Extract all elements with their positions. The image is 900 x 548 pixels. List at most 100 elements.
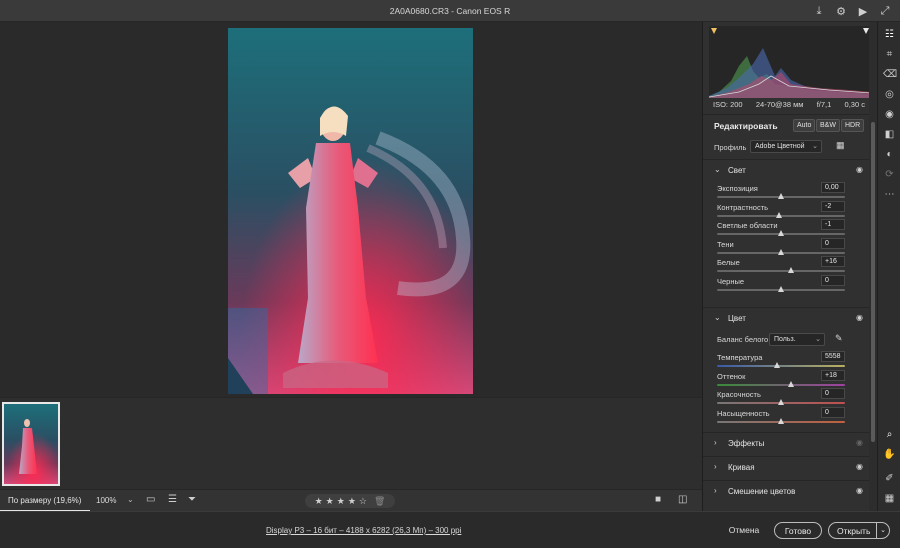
star-icon[interactable]: ★ <box>326 496 334 507</box>
zoom-fit-button[interactable]: По размеру (19,6%) <box>0 490 90 512</box>
slider-handle[interactable] <box>773 362 780 368</box>
profile-browser-icon[interactable]: ▦ <box>836 140 845 151</box>
slider-value-field[interactable]: 0 <box>821 274 845 286</box>
edit-sliders-icon[interactable]: ☷ <box>883 28 896 41</box>
slider-value-field[interactable]: 0,00 <box>821 182 845 193</box>
zoom-dropdown-icon[interactable]: ⌄ <box>127 495 134 504</box>
sort-icon[interactable]: ☰ <box>168 494 177 505</box>
gear-icon[interactable]: ⚙ <box>834 4 848 18</box>
white-balance-dropdown[interactable]: Польз. ⌄ <box>769 333 825 346</box>
filmstrip <box>0 397 702 489</box>
filter-icon[interactable]: ⏷ <box>188 494 196 505</box>
fullscreen-icon[interactable]: ⤢ <box>878 4 892 18</box>
star-empty-icon[interactable]: ☆ <box>359 496 367 507</box>
color-section-header[interactable]: ⌄ Цвет ◉ <box>703 307 870 329</box>
sampler-icon[interactable]: ✐ <box>883 472 896 485</box>
chevron-right-icon: › <box>714 486 717 495</box>
star-icon[interactable]: ★ <box>315 496 323 507</box>
slider-track[interactable] <box>717 383 845 386</box>
done-button[interactable]: Готово <box>774 522 822 539</box>
slider-handle[interactable] <box>777 417 784 424</box>
slider-value-field[interactable]: +18 <box>821 369 845 381</box>
light-section-header[interactable]: ⌄ Свет ◉ <box>703 159 870 181</box>
curve-section-header[interactable]: › Кривая ◉ <box>703 456 870 478</box>
workflow-options-link[interactable]: Display P3 – 16 бит – 4188 x 6282 (26,3 … <box>266 526 461 535</box>
slider-row: Белые +16 <box>717 256 845 276</box>
eyedropper-icon[interactable]: ✎ <box>835 333 843 344</box>
chevron-right-icon: › <box>714 438 717 447</box>
slider-handle[interactable] <box>776 211 783 218</box>
slider-value-field[interactable]: -2 <box>821 200 845 212</box>
eye-icon[interactable]: ◉ <box>856 165 863 174</box>
bw-button[interactable]: B&W <box>816 119 840 132</box>
panel-scrollbar[interactable] <box>869 22 877 511</box>
slider-label: Контрастность <box>717 202 769 212</box>
slider-value-field[interactable]: +16 <box>821 256 845 267</box>
eye-icon[interactable]: ◉ <box>856 438 863 447</box>
scrollbar-thumb[interactable] <box>871 122 875 442</box>
slider-track[interactable] <box>717 270 845 272</box>
view-single-icon[interactable]: ■ <box>655 494 661 505</box>
effects-section-header[interactable]: › Эффекты ◉ <box>703 432 870 454</box>
star-icon[interactable]: ★ <box>348 496 356 507</box>
slider-handle[interactable] <box>787 267 794 273</box>
filmstrip-thumbnail[interactable] <box>2 402 60 486</box>
slideshow-icon[interactable]: ▶ <box>856 4 870 18</box>
save-icon[interactable]: ⤓ <box>812 4 826 18</box>
presets-icon[interactable]: ⟳ <box>883 168 896 181</box>
slider-value-field[interactable]: 0 <box>821 237 845 249</box>
snapshots-icon[interactable]: ◐ <box>883 148 896 161</box>
slider-row: Черные 0 <box>717 274 845 295</box>
heal-icon[interactable]: ◎ <box>883 88 896 101</box>
exif-shutter: 0,30 с <box>844 100 865 109</box>
eraser-icon[interactable]: ⌫ <box>883 68 897 81</box>
auto-button[interactable]: Auto <box>793 119 816 132</box>
profile-dropdown[interactable]: Adobe Цветной ⌄ <box>750 140 822 153</box>
trash-icon[interactable]: 🗑 <box>374 496 385 507</box>
slider-handle[interactable] <box>777 248 784 255</box>
slider-handle[interactable] <box>777 285 784 292</box>
slider-row: Красочность 0 <box>717 388 845 408</box>
before-after-icon[interactable]: ◫ <box>678 494 687 505</box>
hdr-button[interactable]: HDR <box>841 119 865 132</box>
zoom-100-button[interactable]: 100% <box>96 496 116 505</box>
profile-label: Профиль <box>714 143 747 152</box>
slider-handle[interactable] <box>777 399 784 405</box>
white-balance-label: Баланс белого <box>717 335 769 344</box>
star-rating[interactable]: ★ ★ ★ ★ ☆ 🗑 <box>305 494 395 508</box>
slider-track[interactable] <box>717 365 845 367</box>
slider-handle[interactable] <box>777 230 784 236</box>
effects-section-title: Эффекты <box>728 439 765 448</box>
crop-icon[interactable]: ⌗ <box>883 48 896 61</box>
slider-handle[interactable] <box>787 380 794 387</box>
hand-icon[interactable]: ✋ <box>883 448 896 461</box>
grid-icon[interactable]: ▦ <box>883 492 896 505</box>
open-button[interactable]: Открыть ⌄ <box>828 522 890 539</box>
eye-icon[interactable]: ◉ <box>856 462 863 471</box>
mixer-section-header[interactable]: › Смешение цветов ◉ <box>703 480 870 502</box>
slider-value-field[interactable]: 0 <box>821 388 845 399</box>
star-icon[interactable]: ★ <box>337 496 345 507</box>
masking-icon[interactable]: ◧ <box>883 128 896 141</box>
slider-value-field[interactable]: -1 <box>821 219 845 230</box>
slider-row: Оттенок +18 <box>717 369 845 390</box>
slider-label: Оттенок <box>717 371 746 381</box>
image-canvas[interactable] <box>0 22 702 397</box>
slider-label: Температура <box>717 353 763 362</box>
histogram <box>708 26 872 98</box>
eye-icon[interactable]: ◉ <box>856 486 863 495</box>
slider-value-field[interactable]: 5558 <box>821 351 845 362</box>
slider-row: Экспозиция 0,00 <box>717 182 845 202</box>
cancel-button[interactable]: Отмена <box>722 522 766 539</box>
eye-icon[interactable]: ◉ <box>856 313 863 322</box>
more-icon[interactable]: ⋯ <box>883 188 896 201</box>
redeye-icon[interactable]: ◉ <box>883 108 896 121</box>
zoom-icon[interactable]: ⌕ <box>883 428 896 441</box>
slider-label: Тени <box>717 239 734 249</box>
slider-value-field[interactable]: 0 <box>821 406 845 418</box>
open-dropdown-icon[interactable]: ⌄ <box>876 523 889 538</box>
profile-value: Adobe Цветной <box>755 143 805 150</box>
slider-handle[interactable] <box>777 193 784 199</box>
edit-header: Редактировать Auto B&W HDR <box>703 114 870 136</box>
filmstrip-options-icon[interactable]: ▭ <box>146 494 155 505</box>
